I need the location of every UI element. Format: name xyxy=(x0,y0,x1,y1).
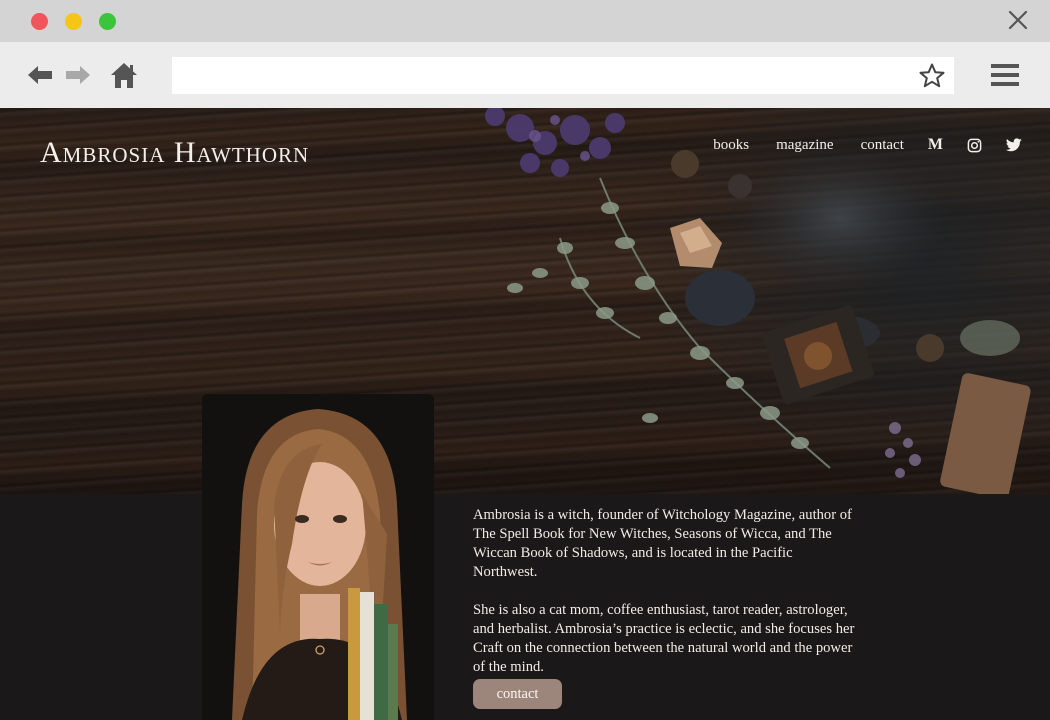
nav-contact-link[interactable]: contact xyxy=(861,137,904,154)
site-brand[interactable]: Ambrosia Hawthorn xyxy=(40,136,309,170)
nav-books-link[interactable]: books xyxy=(713,137,749,154)
bio-paragraph-1: Ambrosia is a witch, founder of Witcholo… xyxy=(473,507,852,580)
menu-icon[interactable] xyxy=(991,64,1019,86)
window-minimize-dot[interactable] xyxy=(65,13,82,30)
contact-button[interactable]: contact xyxy=(473,679,562,709)
author-bio: Ambrosia is a witch, founder of Witcholo… xyxy=(473,506,858,696)
home-icon[interactable] xyxy=(108,60,140,90)
medium-icon[interactable]: M xyxy=(928,136,943,154)
star-icon[interactable] xyxy=(918,62,946,90)
site-nav: books magazine contact M xyxy=(686,136,1022,154)
bio-paragraph-2: She is also a cat mom, coffee enthusiast… xyxy=(473,602,855,675)
address-bar[interactable] xyxy=(172,57,954,94)
hero-banner: Ambrosia Hawthorn books magazine contact… xyxy=(0,108,1050,494)
web-page: Ambrosia Hawthorn books magazine contact… xyxy=(0,108,1050,720)
back-icon[interactable] xyxy=(24,60,56,90)
forward-icon[interactable] xyxy=(62,60,94,90)
window-close-dot[interactable] xyxy=(31,13,48,30)
twitter-icon[interactable] xyxy=(1006,138,1022,152)
browser-toolbar xyxy=(0,42,1050,108)
close-icon[interactable] xyxy=(1008,10,1028,30)
author-portrait xyxy=(202,394,434,720)
instagram-icon[interactable] xyxy=(967,138,982,153)
window-titlebar xyxy=(0,0,1050,42)
nav-magazine-link[interactable]: magazine xyxy=(776,137,833,154)
window-maximize-dot[interactable] xyxy=(99,13,116,30)
